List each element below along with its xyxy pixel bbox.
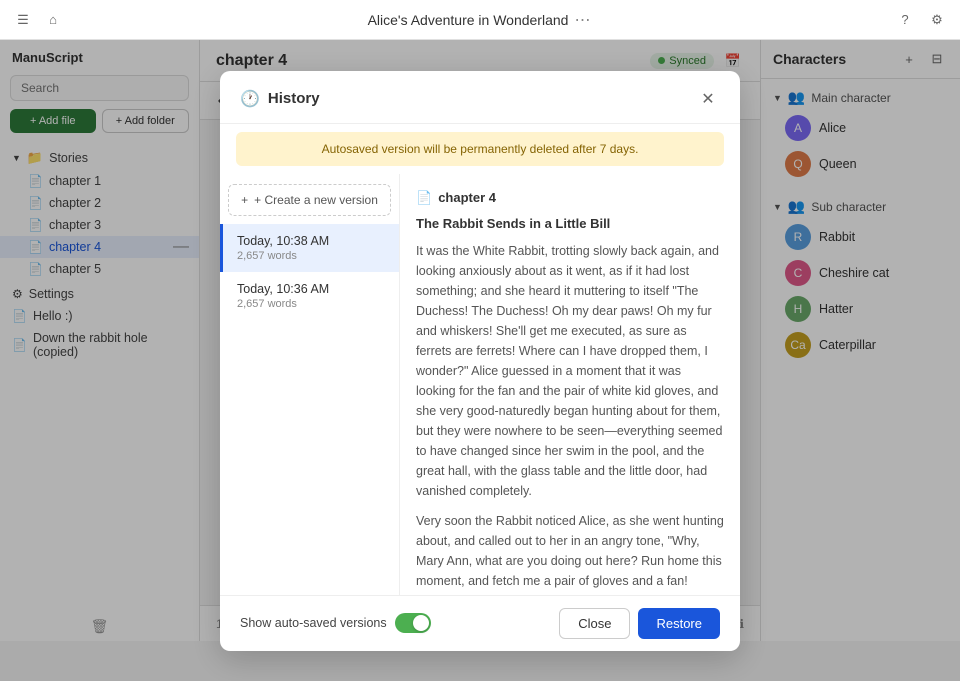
modal-title-row: 🕐 History bbox=[240, 89, 320, 109]
app-title: Alice's Adventure in Wonderland bbox=[368, 12, 569, 28]
modal-preview: 📄 chapter 4 The Rabbit Sends in a Little… bbox=[400, 174, 740, 595]
history-clock-icon: 🕐 bbox=[240, 89, 260, 109]
toggle-knob bbox=[413, 615, 429, 631]
preview-subtitle: The Rabbit Sends in a Little Bill bbox=[416, 216, 724, 231]
home-icon[interactable]: ⌂ bbox=[42, 9, 64, 31]
menu-icon[interactable]: ☰ bbox=[12, 9, 34, 31]
modal-title: History bbox=[268, 90, 320, 107]
modal-footer: Show auto-saved versions Close Restore bbox=[220, 595, 740, 651]
autosave-toggle-switch[interactable] bbox=[395, 613, 431, 633]
preview-text: It was the White Rabbit, trotting slowly… bbox=[416, 241, 724, 595]
autosave-label: Show auto-saved versions bbox=[240, 616, 387, 630]
restore-button[interactable]: Restore bbox=[638, 608, 720, 639]
topbar: ☰ ⌂ Alice's Adventure in Wonderland ⋯ ? … bbox=[0, 0, 960, 40]
history-modal: 🕐 History ✕ Autosaved version will be pe… bbox=[220, 71, 740, 651]
settings-icon[interactable]: ⚙ bbox=[926, 9, 948, 31]
history-item-1[interactable]: Today, 10:36 AM 2,657 words bbox=[220, 272, 399, 320]
create-new-version-button[interactable]: + + Create a new version bbox=[228, 184, 391, 216]
modal-header: 🕐 History ✕ bbox=[220, 71, 740, 124]
app-title-area: Alice's Adventure in Wonderland ⋯ bbox=[368, 10, 591, 30]
history-words-0: 2,657 words bbox=[237, 250, 385, 262]
history-item-0[interactable]: Today, 10:38 AM 2,657 words bbox=[220, 224, 399, 272]
autosave-toggle-row: Show auto-saved versions bbox=[240, 613, 431, 633]
history-time-0: Today, 10:38 AM bbox=[237, 234, 385, 248]
history-list: + + Create a new version Today, 10:38 AM… bbox=[220, 174, 400, 595]
plus-icon: + bbox=[241, 193, 248, 207]
new-version-label: + Create a new version bbox=[254, 193, 378, 207]
preview-chapter: 📄 chapter 4 bbox=[416, 190, 724, 206]
history-time-1: Today, 10:36 AM bbox=[237, 282, 385, 296]
modal-body: + + Create a new version Today, 10:38 AM… bbox=[220, 174, 740, 595]
modal-overlay: 🕐 History ✕ Autosaved version will be pe… bbox=[0, 40, 960, 681]
preview-doc-icon: 📄 bbox=[416, 190, 432, 206]
title-more-icon[interactable]: ⋯ bbox=[574, 10, 590, 30]
footer-buttons: Close Restore bbox=[559, 608, 720, 639]
history-words-1: 2,657 words bbox=[237, 298, 385, 310]
help-icon[interactable]: ? bbox=[894, 9, 916, 31]
modal-close-button[interactable]: ✕ bbox=[696, 87, 720, 111]
modal-warning: Autosaved version will be permanently de… bbox=[236, 132, 724, 166]
close-button[interactable]: Close bbox=[559, 608, 630, 639]
